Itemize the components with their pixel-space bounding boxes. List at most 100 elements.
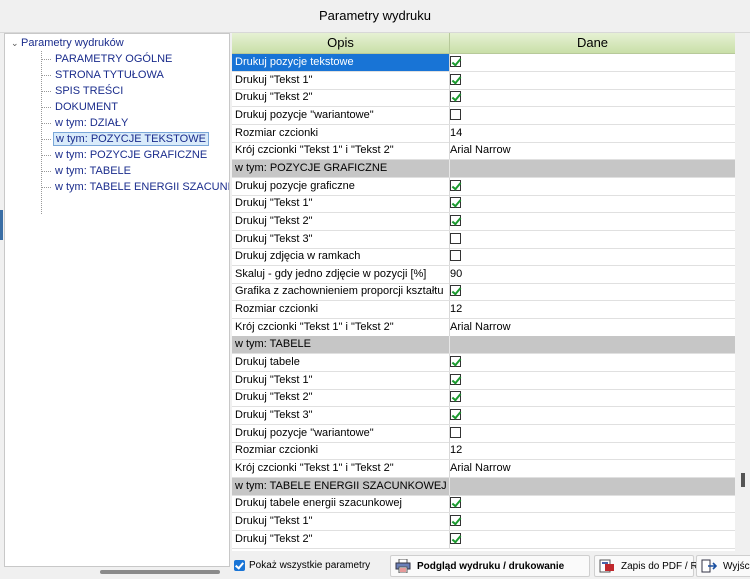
grid-row[interactable]: Drukuj pozycje graficzne <box>232 177 735 196</box>
grid-row[interactable]: Drukuj pozycje "wariantowe" <box>232 424 735 443</box>
row-value[interactable]: 14 <box>450 125 735 142</box>
grid-row[interactable]: Krój czcionki "Tekst 1" i "Tekst 2" Arial… <box>232 459 735 478</box>
collapse-icon[interactable]: ⌄ <box>11 36 21 50</box>
grid-row[interactable]: Skaluj - gdy jedno zdjęcie w pozycji [%]… <box>232 265 735 284</box>
row-value <box>450 72 735 89</box>
checkbox-checked[interactable] <box>450 356 461 368</box>
parameters-grid: Opis Dane Drukuj pozycje tekstowe Drukuj … <box>232 33 735 551</box>
checkbox-checked[interactable] <box>450 514 461 526</box>
checkbox-checked[interactable] <box>450 373 461 385</box>
tree-item[interactable]: w tym: TABELE <box>53 164 133 178</box>
checkbox-checked[interactable] <box>450 532 461 544</box>
grid-row[interactable]: Drukuj "Tekst 1" <box>232 71 735 90</box>
row-value <box>450 195 735 212</box>
tree-item[interactable]: w tym: TABELE ENERGII SZACUNKOWEJ <box>53 180 229 194</box>
checkbox-checked[interactable] <box>450 91 461 103</box>
row-label: w tym: TABELE ENERGII SZACUNKOWEJ <box>232 477 450 495</box>
checkbox-checked[interactable] <box>450 285 461 297</box>
checkbox-checked[interactable] <box>450 56 461 67</box>
row-label: Drukuj tabele energii szacunkowej <box>232 495 450 513</box>
row-value <box>450 407 735 424</box>
checkbox-checked[interactable] <box>450 214 461 226</box>
checkbox-unchecked[interactable] <box>450 232 461 244</box>
row-value <box>450 89 735 106</box>
row-label: Rozmiar czcionki <box>232 442 450 460</box>
checkbox-checked[interactable] <box>450 497 461 509</box>
tree-root[interactable]: ⌄ Parametry wydruków <box>11 36 124 50</box>
row-label: Drukuj "Tekst 1" <box>232 371 450 389</box>
tree-connector-branch <box>41 107 51 108</box>
tree-item[interactable]: DOKUMENT <box>53 100 120 114</box>
grid-row[interactable]: Drukuj tabele energii szacunkowej <box>232 495 735 514</box>
row-value <box>450 478 735 495</box>
scrollbar-thumb[interactable] <box>741 473 745 487</box>
tree-connector-branch <box>41 123 51 124</box>
tree-connector-branch <box>41 139 51 140</box>
row-value[interactable]: 12 <box>450 301 735 318</box>
grid-section-row: w tym: TABELE <box>232 336 735 355</box>
column-header-dane[interactable]: Dane <box>450 33 735 54</box>
row-value[interactable]: Arial Narrow <box>450 460 735 477</box>
tree-item[interactable]: w tym: DZIAŁY <box>53 116 130 130</box>
grid-row[interactable]: Drukuj "Tekst 1" <box>232 512 735 531</box>
grid-row[interactable]: Drukuj "Tekst 1" <box>232 371 735 390</box>
checkbox-unchecked[interactable] <box>450 250 461 262</box>
tree-root-label: Parametry wydruków <box>21 37 124 49</box>
row-value[interactable]: Arial Narrow <box>450 319 735 336</box>
grid-row[interactable]: Drukuj "Tekst 2" <box>232 212 735 231</box>
row-value <box>450 513 735 530</box>
row-value <box>450 495 735 512</box>
tree-item[interactable]: PARAMETRY OGÓLNE <box>53 52 174 66</box>
checkbox-checked-icon[interactable] <box>234 559 245 571</box>
tree-item[interactable]: w tym: POZYCJE TEKSTOWE <box>53 132 209 146</box>
grid-row[interactable]: Krój czcionki "Tekst 1" i "Tekst 2" Arial… <box>232 318 735 337</box>
row-label: Drukuj "Tekst 3" <box>232 407 450 424</box>
grid-row[interactable]: Rozmiar czcionki 12 <box>232 442 735 461</box>
row-label: Drukuj "Tekst 3" <box>232 230 450 248</box>
grid-row[interactable]: Drukuj pozycje tekstowe <box>232 54 735 72</box>
tree-item[interactable]: w tym: POZYCJE GRAFICZNE <box>53 148 209 162</box>
grid-row[interactable]: Rozmiar czcionki 14 <box>232 124 735 143</box>
grid-vertical-scrollbar[interactable] <box>737 33 750 551</box>
show-all-checkbox[interactable]: Pokaż wszystkie parametry <box>234 559 370 573</box>
grid-section-row: w tym: POZYCJE GRAFICZNE <box>232 159 735 178</box>
grid-row[interactable]: Drukuj tabele <box>232 354 735 373</box>
grid-row[interactable]: Drukuj "Tekst 1" <box>232 195 735 214</box>
checkbox-checked[interactable] <box>450 197 461 209</box>
exit-button[interactable]: Wyjście <box>696 555 750 577</box>
row-label: w tym: TABELE <box>232 336 450 354</box>
tree-horizontal-scrollbar[interactable] <box>100 570 220 574</box>
grid-section-row: w tym: TABELE ENERGII SZACUNKOWEJ <box>232 477 735 496</box>
grid-row[interactable]: Drukuj "Tekst 2" <box>232 530 735 549</box>
grid-row[interactable]: Drukuj "Tekst 2" <box>232 389 735 408</box>
grid-row[interactable]: Drukuj "Tekst 3" <box>232 407 735 425</box>
grid-row[interactable]: Drukuj "Tekst 3" <box>232 230 735 249</box>
grid-row[interactable]: Rozmiar czcionki 12 <box>232 301 735 320</box>
row-value[interactable]: Arial Narrow <box>450 142 735 159</box>
tree-connector-branch <box>41 187 51 188</box>
checkbox-unchecked[interactable] <box>450 108 461 120</box>
row-label: Krój czcionki "Tekst 1" i "Tekst 2" <box>232 459 450 477</box>
column-header-opis[interactable]: Opis <box>232 33 450 54</box>
grid-row[interactable]: Grafika z zachownieniem proporcji kształ… <box>232 283 735 302</box>
checkbox-unchecked[interactable] <box>450 426 461 438</box>
save-pdf-button[interactable]: Zapis do PDF / RTF <box>594 555 710 577</box>
grid-row[interactable]: Drukuj "Tekst 2" <box>232 89 735 108</box>
row-value[interactable]: 90 <box>450 266 735 283</box>
tree-item[interactable]: STRONA TYTUŁOWA <box>53 68 166 82</box>
row-value[interactable]: 12 <box>450 442 735 459</box>
checkbox-checked[interactable] <box>450 179 461 191</box>
tree-item[interactable]: SPIS TREŚCI <box>53 84 125 98</box>
tree-connector-branch <box>41 59 51 60</box>
grid-row[interactable]: Drukuj pozycje "wariantowe" <box>232 106 735 125</box>
grid-row[interactable]: Drukuj zdjęcia w ramkach <box>232 248 735 267</box>
row-label: Drukuj "Tekst 2" <box>232 212 450 230</box>
row-value <box>450 248 735 265</box>
checkbox-checked[interactable] <box>450 73 461 85</box>
checkbox-checked[interactable] <box>450 391 461 403</box>
print-preview-button[interactable]: Podgląd wydruku / drukowanie <box>390 555 590 577</box>
checkbox-checked[interactable] <box>450 409 461 420</box>
row-value <box>450 389 735 406</box>
row-label: Skaluj - gdy jedno zdjęcie w pozycji [%] <box>232 265 450 283</box>
grid-row[interactable]: Krój czcionki "Tekst 1" i "Tekst 2" Arial… <box>232 142 735 161</box>
